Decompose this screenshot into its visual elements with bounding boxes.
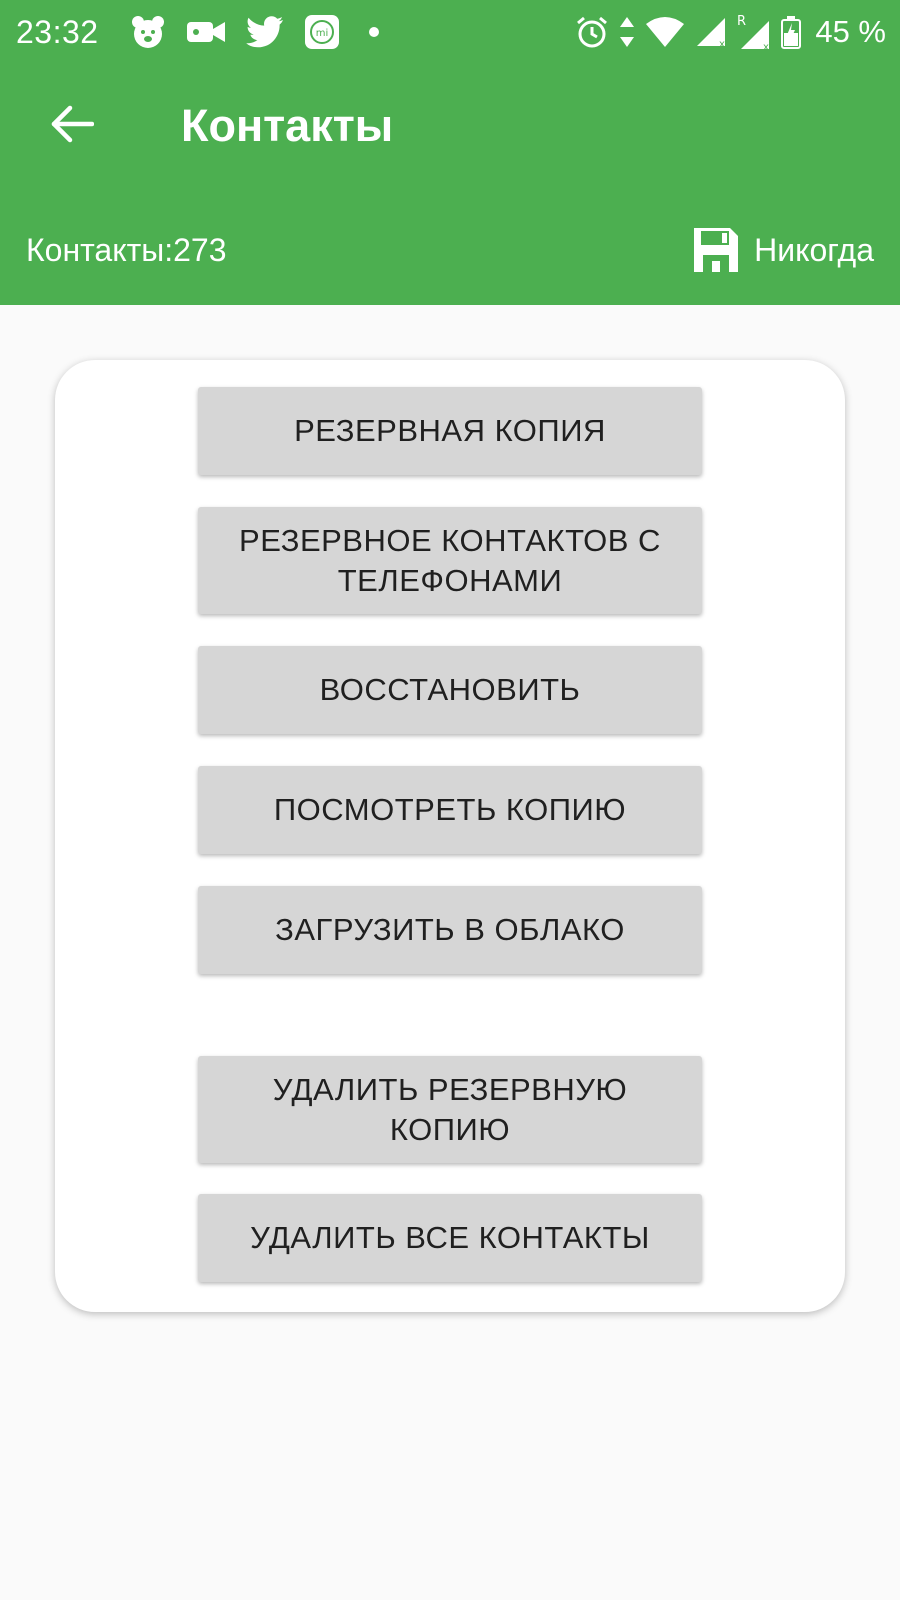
battery-percent: 45 % (815, 14, 886, 49)
arrow-left-icon (50, 104, 94, 144)
video-camera-icon (186, 17, 226, 47)
svg-text:mi: mi (316, 28, 329, 39)
battery-icon (781, 15, 802, 49)
page-title: Контакты (181, 100, 394, 151)
roaming-signal-icon: R x (737, 13, 771, 51)
mi-app-icon: mi (304, 14, 340, 50)
signal-icon: x (695, 16, 727, 48)
upload-cloud-button[interactable]: ЗАГРУЗИТЬ В ОБЛАКО (198, 886, 702, 974)
floppy-disk-icon (692, 226, 740, 274)
last-backup-label: Никогда (754, 232, 874, 268)
status-right-icons: x R x 45 % (575, 10, 886, 54)
wifi-icon (645, 16, 685, 48)
alarm-icon (575, 15, 609, 49)
backup-button[interactable]: РЕЗЕРВНАЯ КОПИЯ (198, 387, 702, 475)
last-backup: Никогда (692, 224, 874, 276)
status-left-icons: mi (130, 12, 380, 52)
svg-text:x: x (719, 39, 725, 48)
contacts-count: Контакты:273 (26, 232, 227, 268)
restore-button[interactable]: ВОССТАНОВИТЬ (198, 646, 702, 734)
bear-app-icon (130, 14, 166, 50)
back-button[interactable] (40, 92, 104, 156)
delete-all-contacts-button[interactable]: УДАЛИТЬ ВСЕ КОНТАКТЫ (198, 1194, 702, 1282)
data-arrows-icon (619, 15, 635, 49)
dot-icon (368, 26, 380, 38)
info-bar: Контакты:273 Никогда (0, 200, 900, 305)
status-time: 23:32 (16, 14, 99, 50)
svg-text:R: R (737, 14, 746, 29)
view-backup-button[interactable]: ПОСМОТРЕТЬ КОПИЮ (198, 766, 702, 854)
twitter-icon (246, 16, 284, 48)
actions-card: РЕЗЕРВНАЯ КОПИЯ РЕЗЕРВНОЕ КОНТАКТОВ С ТЕ… (55, 360, 845, 1312)
status-bar: 23:32 mi x R x 45 % (0, 0, 900, 64)
svg-text:x: x (763, 42, 769, 51)
backup-with-phones-button[interactable]: РЕЗЕРВНОЕ КОНТАКТОВ С ТЕЛЕФОНАМИ (198, 507, 702, 614)
delete-backup-button[interactable]: УДАЛИТЬ РЕЗЕРВНУЮ КОПИЮ (198, 1056, 702, 1163)
app-bar: Контакты (0, 64, 900, 200)
